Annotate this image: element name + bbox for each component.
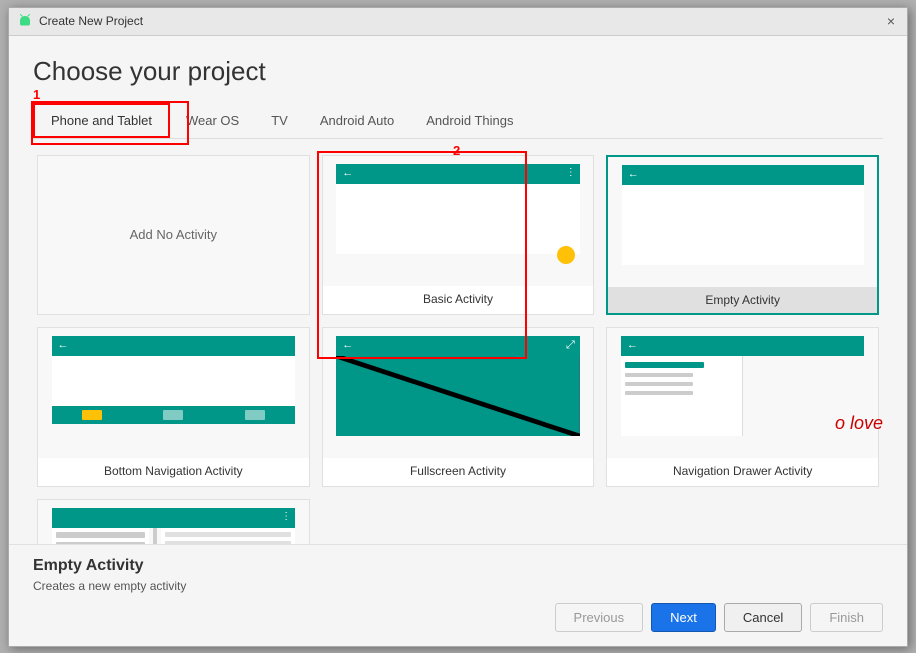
nda-main-content bbox=[743, 356, 865, 436]
ea-topbar: ← bbox=[622, 165, 864, 185]
dialog-footer: Previous Next Cancel Finish bbox=[9, 593, 907, 646]
card-add-no-activity[interactable]: Add No Activity bbox=[37, 155, 310, 315]
bna-content bbox=[52, 356, 296, 406]
bna-tab-active bbox=[82, 410, 102, 420]
bna-navbar bbox=[52, 406, 296, 424]
ba-dots: ⋮ bbox=[566, 167, 576, 178]
bottom-info: Empty Activity Creates a new empty activ… bbox=[9, 544, 907, 593]
mdf-preview: ⋮ bbox=[38, 500, 309, 544]
ba-topbar: ← ⋮ bbox=[336, 164, 580, 184]
card-nav-drawer-activity[interactable]: ← N bbox=[606, 327, 879, 487]
nda-line-4 bbox=[625, 391, 693, 395]
title-bar: Create New Project × bbox=[9, 8, 907, 36]
nda-line-1 bbox=[625, 362, 704, 368]
annotation-1: 1 bbox=[33, 87, 40, 102]
bna-tab-2 bbox=[245, 410, 265, 420]
tab-wear-os[interactable]: Wear OS bbox=[170, 103, 255, 138]
mdf-detail-line-2 bbox=[165, 541, 291, 544]
tabs-container: Phone and Tablet Wear OS TV Android Auto… bbox=[33, 103, 883, 139]
annotation-2: 2 bbox=[453, 143, 460, 158]
mdf-detail-line-1 bbox=[165, 532, 291, 537]
fsa-expand-icon: ⤢ bbox=[566, 339, 575, 352]
nda-drawer bbox=[621, 356, 743, 436]
next-button[interactable]: Next bbox=[651, 603, 716, 632]
add-no-activity-text: Add No Activity bbox=[130, 227, 217, 242]
grid-outer: 2 Add No Activity ← bbox=[33, 147, 883, 544]
bna-back-arrow: ← bbox=[58, 339, 69, 351]
tab-phone-and-tablet[interactable]: Phone and Tablet bbox=[33, 103, 170, 138]
title-bar-left: Create New Project bbox=[17, 13, 143, 29]
selected-activity-title: Empty Activity bbox=[33, 557, 883, 575]
mdf-list-item-2 bbox=[56, 542, 145, 544]
activity-grid: Add No Activity ← ⋮ Bas bbox=[33, 147, 883, 544]
cancel-button[interactable]: Cancel bbox=[724, 603, 802, 632]
ba-fab bbox=[557, 246, 575, 264]
fsa-back-arrow: ← bbox=[342, 339, 353, 351]
previous-button[interactable]: Previous bbox=[555, 603, 644, 632]
ba-back-arrow: ← bbox=[342, 167, 353, 179]
basic-activity-preview: ← ⋮ bbox=[323, 156, 594, 286]
ea-content bbox=[622, 185, 864, 265]
close-button[interactable]: × bbox=[883, 13, 899, 29]
tabs-wrapper: 1 Phone and Tablet Wear OS TV Android Au… bbox=[33, 103, 883, 139]
basic-activity-label: Basic Activity bbox=[323, 286, 594, 312]
nda-label: Navigation Drawer Activity bbox=[607, 458, 878, 484]
card-master-detail[interactable]: ⋮ bbox=[37, 499, 310, 544]
tab-android-auto[interactable]: Android Auto bbox=[304, 103, 410, 138]
card-fullscreen-activity[interactable]: ← ⤢ Fullscreen Activity bbox=[322, 327, 595, 487]
mdf-topbar: ⋮ bbox=[52, 508, 296, 528]
dialog-body: Choose your project 1 Phone and Tablet W… bbox=[9, 36, 907, 544]
add-no-activity-preview: Add No Activity bbox=[38, 156, 309, 314]
mdf-list-item-1 bbox=[56, 532, 145, 538]
nda-line-2 bbox=[625, 373, 693, 377]
create-project-dialog: Create New Project × Choose your project… bbox=[8, 7, 908, 647]
ea-back-arrow: ← bbox=[628, 168, 639, 180]
selected-activity-desc: Creates a new empty activity bbox=[33, 579, 883, 593]
card-bottom-nav-activity[interactable]: ← Bottom Navigation Activity bbox=[37, 327, 310, 487]
title-bar-title: Create New Project bbox=[39, 14, 143, 28]
activity-grid-wrapper: 2 Add No Activity ← bbox=[33, 139, 883, 544]
empty-activity-preview: ← bbox=[608, 157, 877, 287]
tab-android-things[interactable]: Android Things bbox=[410, 103, 529, 138]
mdf-divider bbox=[153, 528, 157, 544]
empty-activity-label: Empty Activity bbox=[608, 287, 877, 313]
card-basic-activity[interactable]: ← ⋮ Basic Activity bbox=[322, 155, 595, 315]
nda-topbar: ← bbox=[621, 336, 865, 356]
bna-tab-1 bbox=[163, 410, 183, 420]
bna-label: Bottom Navigation Activity bbox=[38, 458, 309, 484]
finish-button[interactable]: Finish bbox=[810, 603, 883, 632]
fsa-diagonal-svg bbox=[336, 356, 580, 436]
fsa-preview: ← ⤢ bbox=[323, 328, 594, 458]
tab-tv[interactable]: TV bbox=[255, 103, 304, 138]
nda-preview: ← bbox=[607, 328, 878, 458]
fsa-topbar: ← ⤢ bbox=[336, 336, 580, 356]
nda-wrapper bbox=[621, 356, 865, 436]
android-icon bbox=[17, 13, 33, 29]
nda-back-arrow: ← bbox=[627, 339, 638, 351]
mdf-list bbox=[52, 528, 149, 544]
mdf-dots: ⋮ bbox=[281, 511, 291, 522]
page-title: Choose your project bbox=[33, 56, 883, 87]
nda-line-3 bbox=[625, 382, 693, 386]
mdf-wrapper bbox=[52, 528, 296, 544]
bna-preview: ← bbox=[38, 328, 309, 458]
bna-topbar: ← bbox=[52, 336, 296, 356]
mdf-detail bbox=[161, 528, 295, 544]
card-empty-activity[interactable]: ← Empty Activity bbox=[606, 155, 879, 315]
fsa-label: Fullscreen Activity bbox=[323, 458, 594, 484]
ba-content bbox=[336, 184, 580, 254]
fsa-content bbox=[336, 356, 580, 436]
